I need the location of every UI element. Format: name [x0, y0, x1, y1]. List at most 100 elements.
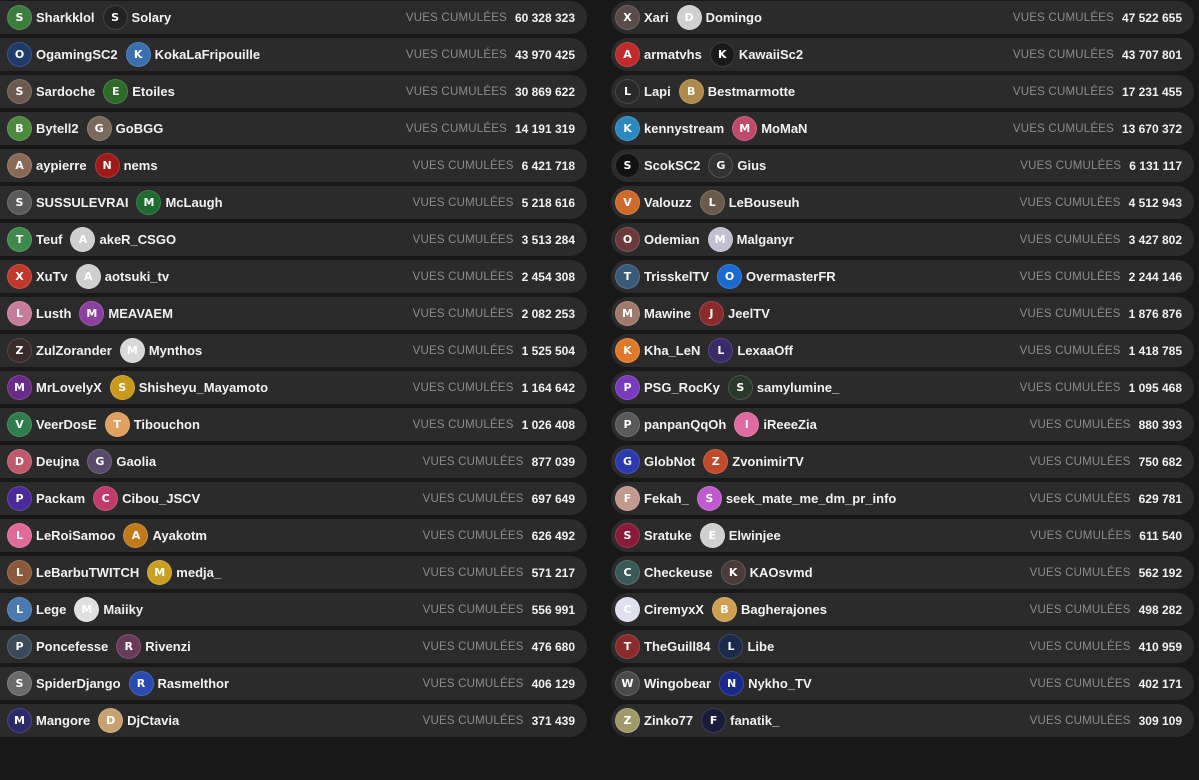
streamer-name[interactable]: PSG_RocKy: [644, 380, 720, 395]
streamer-name[interactable]: Odemian: [644, 232, 700, 247]
avatar[interactable]: L: [708, 338, 734, 363]
avatar[interactable]: O: [717, 264, 743, 289]
avatar[interactable]: L: [699, 190, 725, 215]
streamer-name[interactable]: Wingobear: [644, 676, 711, 691]
streamer-name[interactable]: Mynthos: [149, 343, 202, 358]
avatar[interactable]: L: [718, 634, 744, 659]
streamer-name[interactable]: Gaolia: [116, 454, 156, 469]
avatar[interactable]: R: [128, 671, 154, 696]
streamer-name[interactable]: ScokSC2: [644, 158, 700, 173]
avatar[interactable]: Z: [615, 708, 640, 733]
streamer-name[interactable]: Teuf: [36, 232, 62, 247]
duo-row[interactable]: C CiremyxX B Bagherajones VUES CUMULÉES 498 2…: [611, 593, 1194, 626]
streamer-name[interactable]: ZvonimirTV: [732, 454, 804, 469]
duo-row[interactable]: T TheGuill84 L Libe VUES CUMULÉES 410 959: [611, 630, 1194, 663]
streamer-name[interactable]: Tibouchon: [134, 417, 200, 432]
streamer-name[interactable]: KokaLaFripouille: [155, 47, 260, 62]
streamer-name[interactable]: medja_: [176, 565, 221, 580]
streamer-name[interactable]: Lusth: [36, 306, 71, 321]
streamer-name[interactable]: KAOsvmd: [750, 565, 813, 580]
duo-row[interactable]: X XuTv Aaotsuki_tv VUES CUMULÉES 2 454 308: [0, 260, 587, 293]
avatar[interactable]: M: [7, 375, 32, 400]
streamer-name[interactable]: Lapi: [644, 84, 671, 99]
duo-row[interactable]: O OgamingSC2 K KokaLaFripouille VUES CUMULÉE…: [0, 38, 587, 71]
duo-row[interactable]: S SUSSULEVRAI M McLaugh VUES CUMULÉES 5 218 6…: [0, 186, 587, 219]
avatar[interactable]: B: [678, 79, 704, 104]
duo-row[interactable]: Kkennystream M MoMaN VUES CUMULÉES 13 670 37…: [611, 112, 1194, 145]
streamer-name[interactable]: JeelTV: [728, 306, 770, 321]
avatar[interactable]: S: [7, 79, 32, 104]
streamer-name[interactable]: panpanQqOh: [644, 417, 726, 432]
streamer-name[interactable]: Domingo: [706, 10, 762, 25]
streamer-name[interactable]: LeBarbuTWITCH: [36, 565, 139, 580]
avatar[interactable]: K: [720, 560, 746, 585]
streamer-name[interactable]: CiremyxX: [644, 602, 704, 617]
avatar[interactable]: E: [699, 523, 725, 548]
streamer-name[interactable]: VeerDosE: [36, 417, 97, 432]
avatar[interactable]: M: [79, 301, 105, 326]
avatar[interactable]: V: [615, 190, 640, 215]
avatar[interactable]: G: [87, 449, 113, 474]
streamer-name[interactable]: Cibou_JSCV: [122, 491, 200, 506]
duo-row[interactable]: P Poncefesse R Rivenzi VUES CUMULÉES 476 680: [0, 630, 587, 663]
avatar[interactable]: M: [74, 597, 100, 622]
avatar[interactable]: T: [104, 412, 130, 437]
avatar[interactable]: B: [711, 597, 737, 622]
avatar[interactable]: M: [147, 560, 173, 585]
avatar[interactable]: B: [7, 116, 32, 141]
avatar[interactable]: E: [103, 79, 129, 104]
streamer-name[interactable]: XuTv: [36, 269, 68, 284]
avatar[interactable]: S: [696, 486, 722, 511]
streamer-name[interactable]: SUSSULEVRAI: [36, 195, 128, 210]
avatar[interactable]: L: [7, 560, 32, 585]
streamer-name[interactable]: Sratuke: [644, 528, 692, 543]
streamer-name[interactable]: Bagherajones: [741, 602, 827, 617]
duo-row[interactable]: S Sratuke E Elwinjee VUES CUMULÉES 611 540: [611, 519, 1194, 552]
avatar[interactable]: C: [93, 486, 119, 511]
duo-row[interactable]: M Mawine J JeelTV VUES CUMULÉES 1 876 876: [611, 297, 1194, 330]
streamer-name[interactable]: Poncefesse: [36, 639, 108, 654]
avatar[interactable]: S: [615, 523, 640, 548]
duo-row[interactable]: M MrLovelyX S Shisheyu_Mayamoto VUES CUMULÉE…: [0, 371, 587, 404]
streamer-name[interactable]: MoMaN: [761, 121, 807, 136]
avatar[interactable]: T: [7, 227, 32, 252]
avatar[interactable]: I: [734, 412, 760, 437]
avatar[interactable]: M: [119, 338, 145, 363]
duo-row[interactable]: Z Zinko77 Ffanatik_ VUES CUMULÉES 309 109: [611, 704, 1194, 737]
streamer-name[interactable]: nems: [124, 158, 158, 173]
avatar[interactable]: A: [70, 227, 96, 252]
avatar[interactable]: M: [136, 190, 162, 215]
streamer-name[interactable]: Ayakotm: [152, 528, 206, 543]
streamer-name[interactable]: Maiiky: [103, 602, 143, 617]
streamer-name[interactable]: Packam: [36, 491, 85, 506]
streamer-name[interactable]: LexaaOff: [737, 343, 793, 358]
streamer-name[interactable]: OvermasterFR: [746, 269, 836, 284]
avatar[interactable]: S: [615, 153, 640, 178]
duo-row[interactable]: K Kha_LeN L LexaaOff VUES CUMULÉES 1 418 785: [611, 334, 1194, 367]
avatar[interactable]: A: [123, 523, 149, 548]
avatar[interactable]: S: [7, 671, 32, 696]
avatar[interactable]: K: [125, 42, 151, 67]
avatar[interactable]: D: [676, 5, 702, 30]
avatar[interactable]: A: [7, 153, 32, 178]
streamer-name[interactable]: Gius: [737, 158, 766, 173]
avatar[interactable]: L: [7, 301, 32, 326]
avatar[interactable]: K: [615, 116, 640, 141]
streamer-name[interactable]: Xari: [644, 10, 669, 25]
streamer-name[interactable]: GoBGG: [116, 121, 164, 136]
streamer-name[interactable]: Sharkklol: [36, 10, 95, 25]
streamer-name[interactable]: KawaiiSc2: [739, 47, 803, 62]
avatar[interactable]: S: [102, 5, 128, 30]
duo-row[interactable]: P Packam C Cibou_JSCV VUES CUMULÉES 697 649: [0, 482, 587, 515]
avatar[interactable]: F: [701, 708, 727, 733]
streamer-name[interactable]: ZulZorander: [36, 343, 112, 358]
avatar[interactable]: G: [86, 116, 112, 141]
avatar[interactable]: S: [7, 5, 32, 30]
streamer-name[interactable]: seek_mate_me_dm_pr_info: [726, 491, 897, 506]
streamer-name[interactable]: akeR_CSGO: [99, 232, 176, 247]
streamer-name[interactable]: Shisheyu_Mayamoto: [139, 380, 268, 395]
avatar[interactable]: D: [7, 449, 32, 474]
streamer-name[interactable]: Sardoche: [36, 84, 95, 99]
avatar[interactable]: P: [7, 486, 32, 511]
duo-row[interactable]: V Valouzz L LeBouseuh VUES CUMULÉES 4 512 943: [611, 186, 1194, 219]
